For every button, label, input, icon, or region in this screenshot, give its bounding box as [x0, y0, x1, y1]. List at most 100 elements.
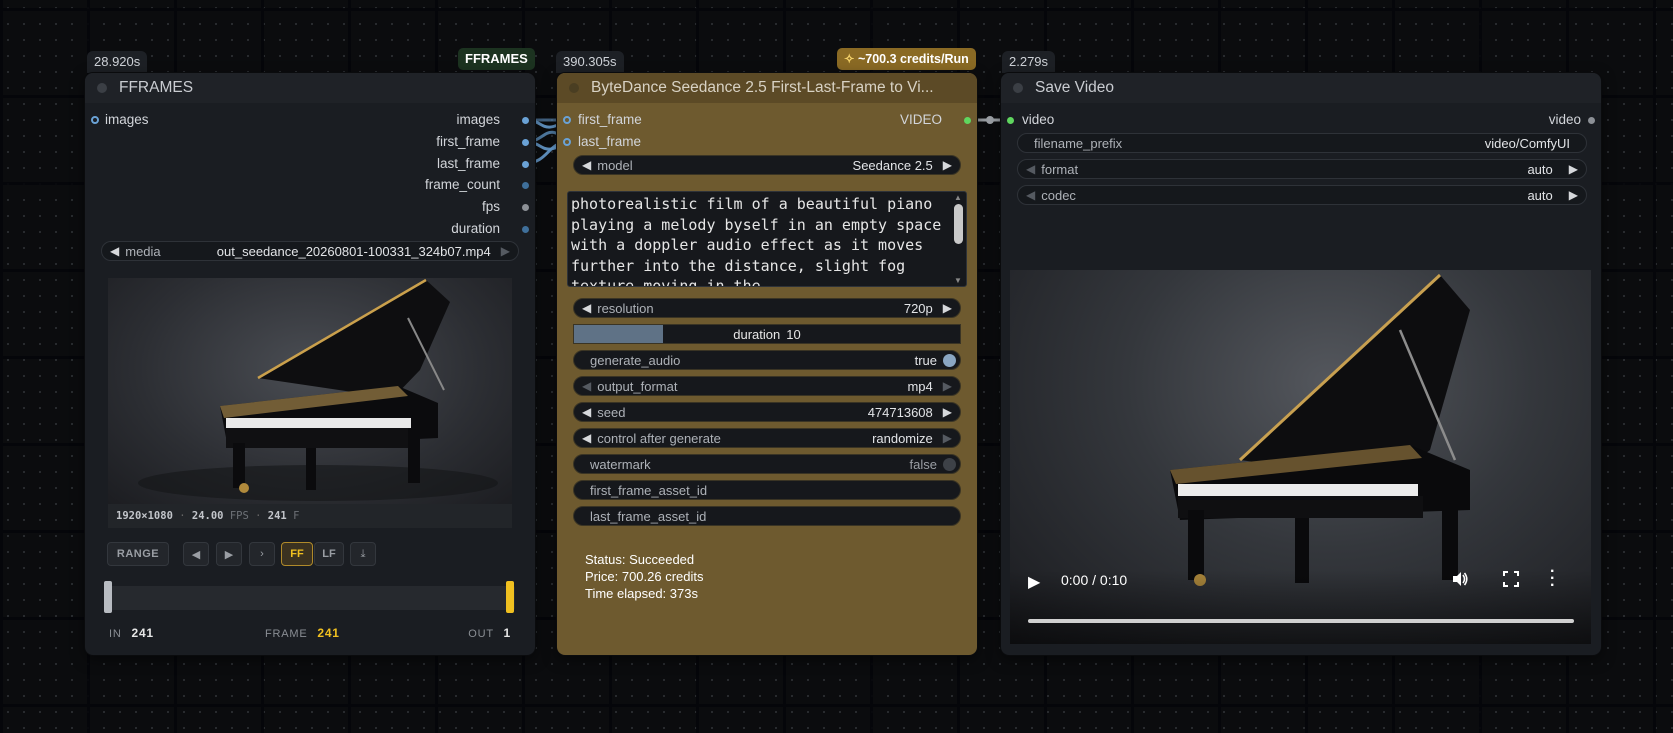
first-frame-input-label: first_frame: [578, 112, 642, 127]
images-input-label: images: [105, 112, 149, 127]
prev-frame-button[interactable]: ◀: [183, 542, 209, 566]
arrow-right-icon[interactable]: ▶: [943, 158, 952, 172]
node-status-dot: [569, 83, 579, 93]
seed-value: 474713608: [867, 404, 933, 420]
seedance-node[interactable]: ByteDance Seedance 2.5 First-Last-Frame …: [557, 73, 977, 655]
filename-prefix-label: filename_prefix: [1034, 135, 1123, 151]
node-status-dot: [97, 83, 107, 93]
node-header[interactable]: FFRAMES: [85, 73, 535, 103]
fframes-node[interactable]: FFRAMES images images first_frame last_f…: [85, 73, 535, 655]
arrow-left-icon[interactable]: ◀: [582, 379, 591, 393]
arrow-left-icon[interactable]: ◀: [582, 405, 591, 419]
filename-prefix-field[interactable]: filename_prefix video/ComfyUI: [1017, 133, 1587, 153]
credits-icon: ✧: [844, 52, 855, 66]
in-indicator: IN 241: [109, 626, 154, 640]
last-frame-button[interactable]: LF: [314, 542, 344, 566]
execution-time-badge: 28.920s: [87, 51, 148, 73]
video-input-port[interactable]: [1007, 117, 1014, 124]
duration-slider[interactable]: duration 10: [573, 324, 961, 344]
output-frame-count-port[interactable]: [522, 182, 529, 189]
more-icon[interactable]: · · ·: [1550, 564, 1555, 594]
range-end-handle[interactable]: [506, 581, 514, 613]
frame-indicator: FRAME 241: [265, 626, 340, 640]
video-output-label: VIDEO: [899, 112, 942, 127]
output-frame-count-label: frame_count: [424, 177, 500, 192]
resolution-value: 720p: [903, 300, 933, 316]
watermark-toggle[interactable]: watermark false: [573, 454, 961, 474]
arrow-right-icon[interactable]: ▶: [943, 431, 952, 445]
codec-combo[interactable]: ◀ codec auto ▶: [1017, 185, 1587, 205]
format-combo[interactable]: ◀ format auto ▶: [1017, 159, 1587, 179]
output-images-port[interactable]: [522, 117, 529, 124]
scroll-down-icon[interactable]: ▼: [952, 276, 964, 285]
arrow-left-icon[interactable]: ◀: [1026, 162, 1035, 176]
play-button[interactable]: ▶: [216, 542, 242, 566]
model-combo[interactable]: ◀ model Seedance 2.5 ▶: [573, 155, 961, 175]
arrow-left-icon[interactable]: ◀: [582, 158, 591, 172]
toggle-on-indicator[interactable]: [943, 353, 956, 367]
video-output-port[interactable]: [1588, 117, 1595, 124]
output-duration-port[interactable]: [522, 226, 529, 233]
output-first-frame-label: first_frame: [436, 134, 500, 149]
out-label: OUT: [468, 628, 494, 640]
images-input-port[interactable]: [91, 116, 99, 124]
node-title: Save Video: [1035, 79, 1114, 96]
scroll-thumb[interactable]: [953, 204, 963, 244]
control-after-generate-combo[interactable]: ◀ control after generate randomize ▶: [573, 428, 961, 448]
scroll-up-icon[interactable]: ▲: [952, 193, 964, 202]
range-button[interactable]: RANGE: [107, 542, 169, 566]
arrow-right-icon[interactable]: ▶: [943, 301, 952, 315]
last-frame-input-port[interactable]: [563, 138, 571, 146]
output-last-frame-label: last_frame: [436, 156, 500, 171]
last-frame-input-label: last_frame: [578, 134, 642, 149]
generate-audio-value: true: [914, 352, 937, 368]
seed-number[interactable]: ◀ seed 474713608 ▶: [573, 402, 961, 422]
format-value: auto: [1527, 161, 1553, 177]
output-fps-label: fps: [481, 199, 500, 214]
media-combo[interactable]: ◀ media out_seedance_20260801-100331_324…: [101, 241, 519, 261]
arrow-right-icon[interactable]: ▶: [943, 379, 952, 393]
in-value: 241: [131, 626, 154, 640]
play-icon: ▶: [224, 548, 234, 561]
arrow-left-icon[interactable]: ◀: [110, 244, 119, 258]
arrow-right-icon[interactable]: ▶: [1569, 188, 1578, 202]
video-player[interactable]: ▶ 0:00 / 0:10 · · ·: [1010, 270, 1591, 644]
execution-time-badge: 390.305s: [556, 51, 624, 73]
volume-icon[interactable]: [1451, 570, 1469, 588]
generate-audio-toggle[interactable]: generate_audio true: [573, 350, 961, 370]
arrow-right-icon[interactable]: ▶: [501, 244, 510, 258]
download-icon: ⤓: [360, 547, 366, 560]
prompt-scrollbar[interactable]: ▲ ▼: [952, 193, 964, 285]
output-images-label: images: [456, 112, 500, 127]
node-header[interactable]: Save Video: [1001, 73, 1601, 103]
first-frame-asset-id-field[interactable]: first_frame_asset_id: [573, 480, 961, 500]
first-frame-input-port[interactable]: [563, 116, 571, 124]
resolution-combo[interactable]: ◀ resolution 720p ▶: [573, 298, 961, 318]
arrow-right-icon[interactable]: ▶: [1569, 162, 1578, 176]
save-video-node[interactable]: Save Video video video filename_prefix v…: [1001, 73, 1601, 655]
output-last-frame-port[interactable]: [522, 161, 529, 168]
node-header[interactable]: ByteDance Seedance 2.5 First-Last-Frame …: [557, 73, 977, 103]
prompt-textarea[interactable]: photorealistic film of a beautiful piano…: [567, 191, 967, 287]
range-slider-track[interactable]: [105, 586, 515, 610]
download-button[interactable]: ⤓: [350, 542, 376, 566]
play-icon[interactable]: ▶: [1028, 572, 1040, 592]
frame-label: FRAME: [265, 628, 308, 640]
output-fps-port[interactable]: [522, 204, 529, 211]
first-frame-button[interactable]: FF: [281, 542, 313, 566]
video-output-port[interactable]: [964, 117, 971, 124]
last-frame-asset-id-label: last_frame_asset_id: [590, 508, 707, 524]
fullscreen-icon[interactable]: [1502, 570, 1520, 588]
next-frame-button[interactable]: ›: [249, 542, 275, 566]
arrow-left-icon[interactable]: ◀: [582, 431, 591, 445]
arrow-left-icon[interactable]: ◀: [1026, 188, 1035, 202]
video-progress-bar[interactable]: [1028, 619, 1574, 623]
range-start-handle[interactable]: [104, 581, 112, 613]
output-first-frame-port[interactable]: [522, 139, 529, 146]
output-format-combo[interactable]: ◀ output_format mp4 ▶: [573, 376, 961, 396]
toggle-off-indicator[interactable]: [943, 457, 956, 471]
last-frame-asset-id-field[interactable]: last_frame_asset_id: [573, 506, 961, 526]
arrow-left-icon[interactable]: ◀: [582, 301, 591, 315]
arrow-right-icon[interactable]: ▶: [943, 405, 952, 419]
next-icon: ›: [260, 548, 264, 560]
